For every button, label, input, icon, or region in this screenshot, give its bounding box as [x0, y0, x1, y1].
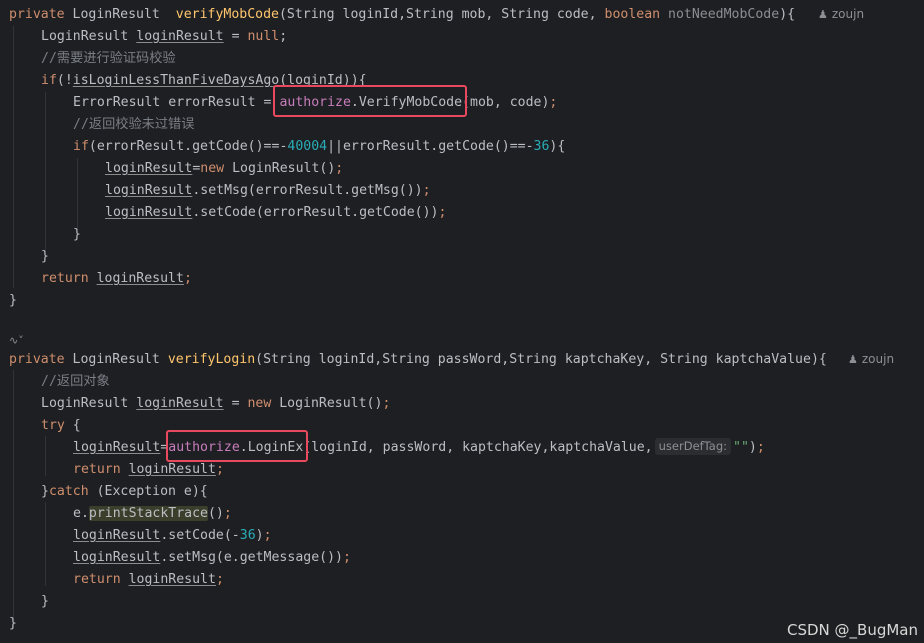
- code-comment: //需要进行验证码校验: [41, 51, 176, 66]
- code-line: return loginResult;: [41, 271, 192, 286]
- code-line: loginResult=new LoginResult();: [105, 161, 344, 176]
- code-line: try {: [41, 418, 81, 433]
- code-line: }: [73, 227, 81, 242]
- indent-guide: [45, 436, 46, 476]
- author-inlay[interactable]: ♟ zoujn: [818, 7, 864, 21]
- indent-guide: [13, 26, 14, 288]
- code-line: return loginResult;: [73, 572, 224, 587]
- params-unused: notNeedMobCode: [660, 7, 780, 22]
- author-inlay[interactable]: ♟ zoujn: [848, 352, 894, 366]
- code-comment: //返回对象: [41, 374, 110, 389]
- highlight-box: [273, 85, 467, 117]
- person-icon: ♟: [818, 8, 828, 21]
- code-line: }: [41, 594, 49, 609]
- code-line: loginResult.setCode(-36);: [73, 528, 272, 543]
- params-tail: ){: [779, 7, 796, 22]
- code-comment: //返回校验未过错误: [73, 117, 195, 132]
- code-line: loginResult.setMsg(e.getMessage());: [73, 550, 351, 565]
- indent-guide: [45, 92, 46, 252]
- indent-guide: [77, 158, 78, 230]
- fold-icon[interactable]: ∿˅: [9, 334, 24, 347]
- params: (String loginId,String mob, String code,: [278, 7, 605, 22]
- code-line: LoginResult loginResult = new LoginResul…: [41, 396, 391, 411]
- return-type: LoginResult: [72, 7, 160, 22]
- indent-guide: [13, 370, 14, 620]
- method-signature-verifymobcode: private LoginResult verifyMobCode(String…: [9, 4, 795, 26]
- parameter-hint: userDefTag:: [654, 438, 732, 455]
- code-line: if(errorResult.getCode()==-40004||errorR…: [73, 139, 566, 154]
- code-line: }: [9, 616, 17, 631]
- params: (String loginId,String passWord,String k…: [255, 352, 827, 367]
- code-line: loginResult.setCode(errorResult.getCode(…: [105, 205, 447, 220]
- keyword: boolean: [604, 7, 661, 22]
- code-line: return loginResult;: [73, 462, 224, 477]
- code-line: loginResult.setMsg(errorResult.getMsg())…: [105, 183, 431, 198]
- method-signature-verifylogin: private LoginResult verifyLogin(String l…: [9, 349, 827, 371]
- highlight-box: [166, 430, 308, 462]
- code-line: }: [41, 249, 49, 264]
- code-line: LoginResult loginResult = null;: [41, 29, 288, 44]
- code-line: e.printStackTrace();: [73, 506, 232, 521]
- return-type: LoginResult: [72, 352, 160, 367]
- author-name: zoujn: [861, 352, 895, 366]
- author-name: zoujn: [831, 7, 865, 21]
- code-line: }catch (Exception e){: [41, 484, 208, 499]
- code-line: }: [9, 293, 17, 308]
- method-name[interactable]: verifyLogin: [168, 352, 255, 367]
- person-icon: ♟: [848, 353, 858, 366]
- keyword: private: [9, 7, 65, 22]
- watermark: CSDN @_BugMan: [787, 621, 918, 639]
- keyword: private: [9, 352, 65, 367]
- indent-guide: [45, 502, 46, 586]
- method-name[interactable]: verifyMobCode: [176, 7, 279, 22]
